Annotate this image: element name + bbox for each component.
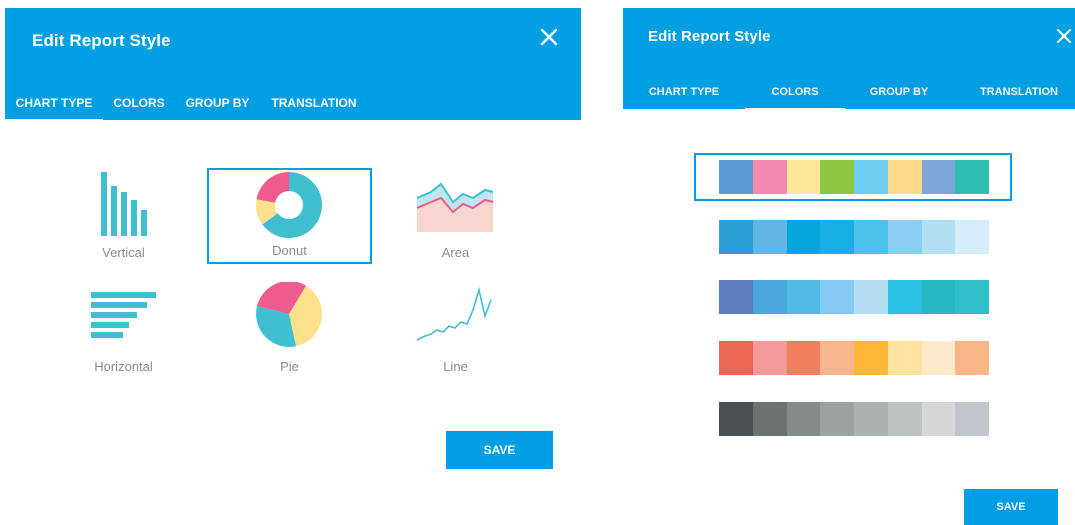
color-swatch [786,220,821,254]
tab-colors[interactable]: COLORS [107,85,171,120]
color-swatch [887,160,922,194]
edit-report-style-dialog-chart-type: Edit Report Style CHART TYPE COLORS GROU… [5,8,581,518]
chart-type-pie[interactable]: Pie [207,280,372,378]
chart-type-label: Horizontal [94,359,153,374]
save-button[interactable]: SAVE [446,431,553,469]
color-palette-option[interactable] [719,280,989,314]
color-swatch [921,341,956,375]
chart-type-label: Line [443,359,468,374]
color-swatch [820,160,854,194]
chart-type-line[interactable]: Line [373,282,538,378]
color-swatch [719,280,753,314]
dialog-title: Edit Report Style [648,28,771,45]
color-swatch [887,220,922,254]
color-swatch [719,341,753,375]
chart-type-label: Pie [280,359,299,374]
color-swatch [921,280,956,314]
color-swatch [955,402,989,436]
color-swatch [752,402,787,436]
color-swatch [854,220,888,254]
save-button[interactable]: SAVE [964,489,1058,525]
area-chart-icon [373,168,538,238]
tab-chart-type[interactable]: CHART TYPE [5,85,103,122]
tab-translation[interactable]: TRANSLATION [267,85,361,120]
line-chart-icon [373,282,538,352]
color-swatch [786,341,821,375]
tab-bar: CHART TYPE COLORS GROUP BY TRANSLATION [623,74,1075,111]
color-swatch [921,220,956,254]
color-swatch [854,160,888,194]
color-swatch [887,341,922,375]
color-swatch [820,341,854,375]
color-palette-option[interactable] [719,402,989,436]
chart-type-vertical[interactable]: Vertical [41,168,206,264]
dialog-header: Edit Report Style CHART TYPE COLORS GROU… [623,8,1075,111]
color-swatch [719,402,753,436]
tab-group-by[interactable]: GROUP BY [180,85,255,120]
tab-translation[interactable]: TRANSLATION [963,74,1075,109]
tab-chart-type[interactable]: CHART TYPE [627,74,741,109]
color-swatch [752,160,787,194]
color-swatch [921,402,956,436]
color-palette-option[interactable] [719,341,989,375]
chart-type-label: Donut [272,243,307,258]
color-swatch [854,280,888,314]
chart-type-label: Area [441,245,470,260]
color-swatch [820,402,854,436]
pie-chart-icon [207,280,372,352]
tab-bar: CHART TYPE COLORS GROUP BY TRANSLATION [5,85,581,122]
tab-group-by[interactable]: GROUP BY [849,74,949,109]
color-swatch [719,160,753,194]
horizontal-bar-chart-icon [41,282,206,352]
color-swatch [887,280,922,314]
close-icon[interactable] [540,28,558,46]
color-swatch [820,220,854,254]
edit-report-style-dialog-colors: Edit Report Style CHART TYPE COLORS GROU… [623,8,1075,525]
color-swatch [719,220,753,254]
dialog-title: Edit Report Style [32,31,171,50]
color-swatch [955,280,989,314]
chart-type-area[interactable]: Area [373,168,538,264]
vertical-bar-chart-icon [41,168,206,238]
color-swatch [854,402,888,436]
close-icon[interactable] [1057,29,1071,43]
color-swatch [752,220,787,254]
color-swatch [786,280,821,314]
tab-colors[interactable]: COLORS [745,74,845,111]
color-swatch [820,280,854,314]
chart-type-horizontal[interactable]: Horizontal [41,282,206,378]
color-swatch [752,341,787,375]
chart-type-donut[interactable]: Donut [207,168,372,264]
dialog-header: Edit Report Style CHART TYPE COLORS GROU… [5,8,581,122]
color-swatch [752,280,787,314]
color-swatch [955,160,989,194]
color-swatch [854,341,888,375]
color-swatch [955,220,989,254]
color-swatch [955,341,989,375]
chart-type-label: Vertical [102,245,145,260]
color-swatch [786,160,821,194]
color-swatch [887,402,922,436]
color-swatch [786,402,821,436]
color-palette-option[interactable] [719,160,989,194]
color-swatch [921,160,956,194]
color-palette-option[interactable] [719,220,989,254]
donut-chart-icon [209,170,370,240]
